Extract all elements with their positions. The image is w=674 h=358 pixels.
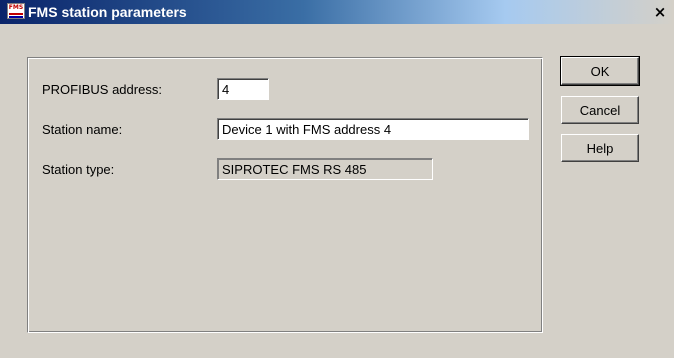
app-icon-text: FMS — [8, 4, 24, 11]
help-button[interactable]: Help — [561, 134, 639, 162]
profibus-address-field[interactable] — [217, 78, 269, 100]
ok-button[interactable]: OK — [560, 56, 640, 86]
station-name-field[interactable] — [217, 118, 529, 140]
fms-app-icon: FMS — [7, 3, 25, 19]
title-bar: FMS FMS station parameters — [0, 0, 674, 24]
station-name-label: Station name: — [42, 122, 123, 137]
profibus-address-label: PROFIBUS address: — [42, 82, 162, 97]
cancel-button[interactable]: Cancel — [561, 96, 639, 124]
window-title: FMS station parameters — [28, 4, 187, 20]
app-icon-blue-bar — [9, 16, 23, 18]
app-icon-red-bar — [9, 13, 23, 15]
close-icon: × — [653, 3, 667, 21]
parameters-group-box — [27, 57, 543, 333]
close-button[interactable]: × — [650, 3, 670, 21]
station-type-label: Station type: — [42, 162, 115, 177]
station-type-field — [217, 158, 433, 180]
